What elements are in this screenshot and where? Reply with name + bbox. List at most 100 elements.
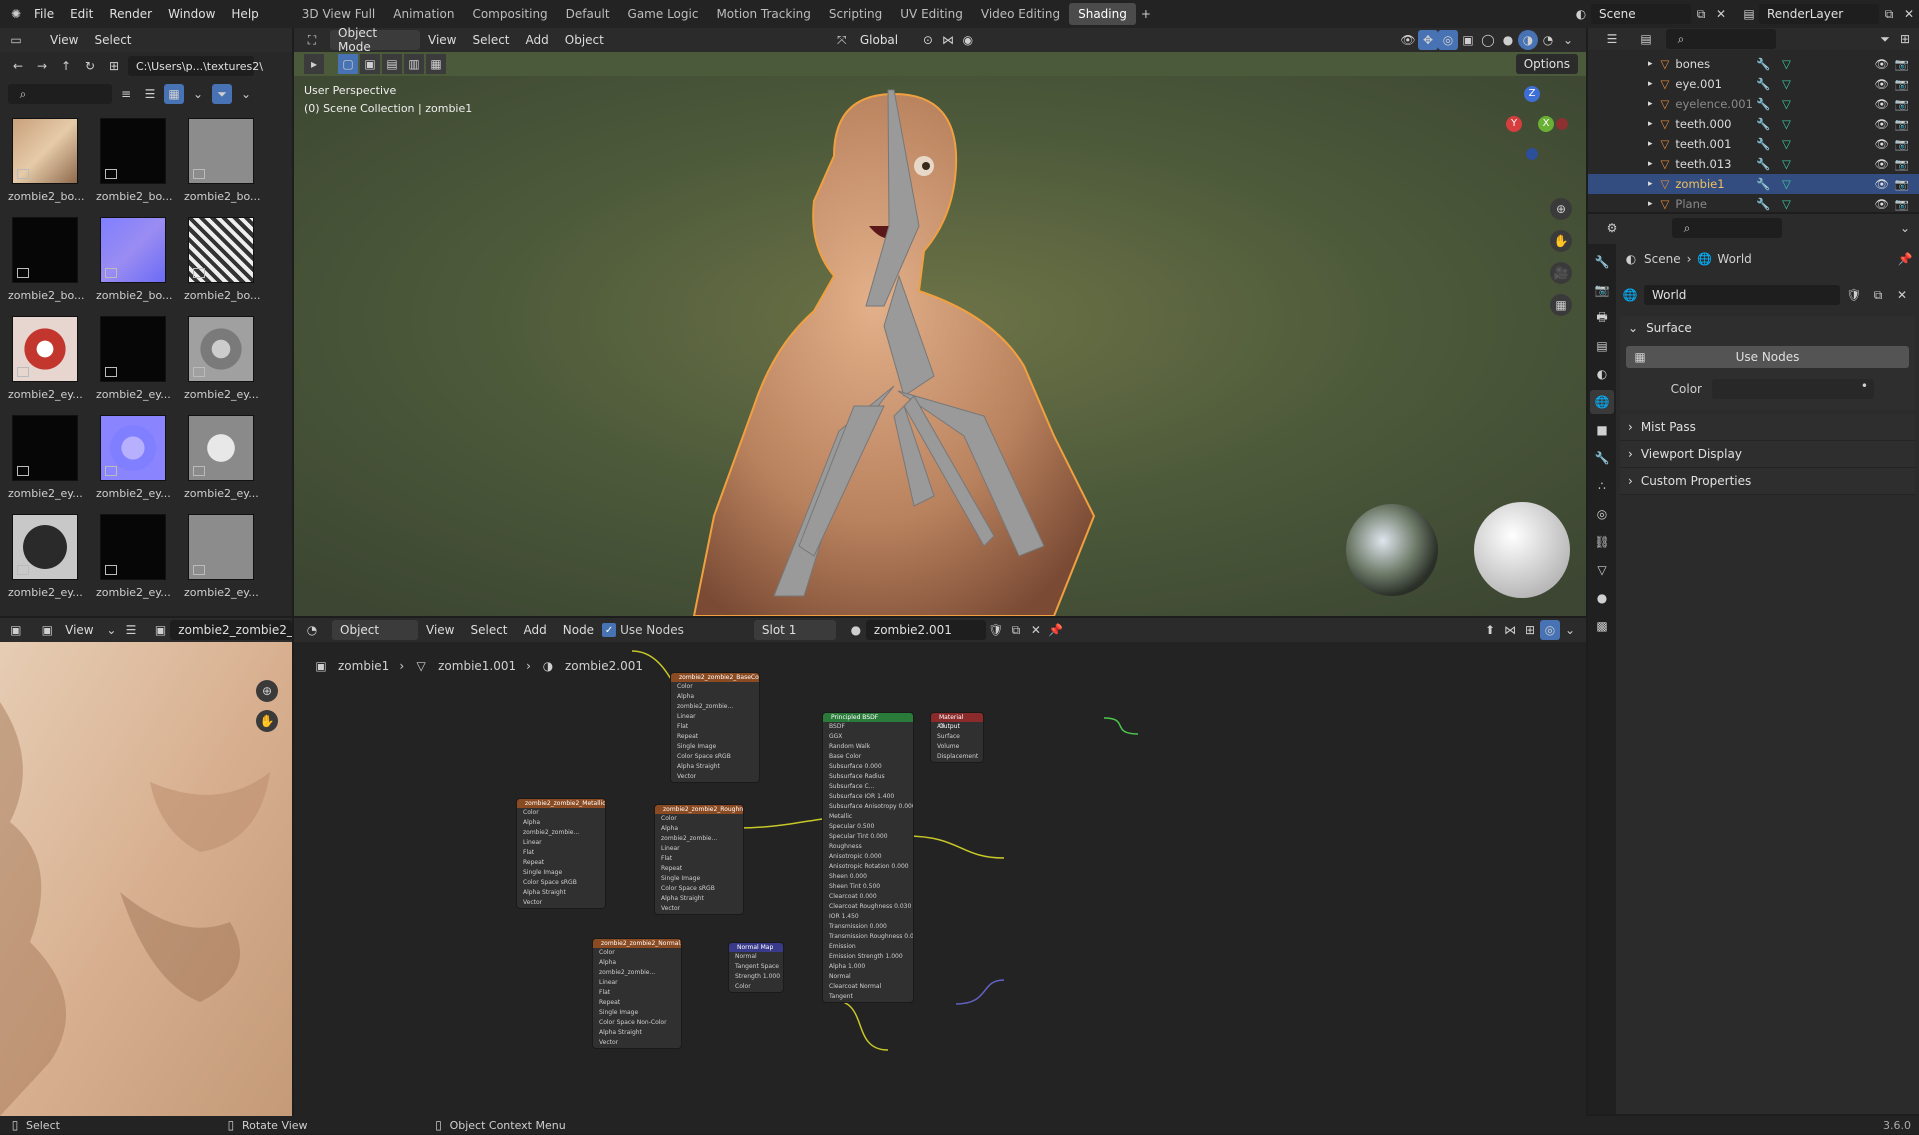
file-thumbnail[interactable]: zombie2_bo... [96,114,184,213]
snap-icon[interactable]: ⋈ [938,30,958,50]
render-camera-icon[interactable]: 📷 [1895,57,1909,71]
delete-viewlayer-icon[interactable]: ✕ [1899,4,1919,24]
node-socket-row[interactable]: Repeat [671,732,759,742]
use-nodes-checkbox[interactable]: ✓ [602,623,617,637]
material-fake-user-icon[interactable]: 🛡 [986,620,1006,640]
visibility-eye-icon[interactable]: 👁 [1874,57,1889,71]
expand-arrow-icon[interactable]: ▸ [1648,79,1653,89]
file-thumbnail[interactable]: zombie2_bo... [8,114,96,213]
visibility-eye-icon[interactable]: 👁 [1874,77,1889,91]
texture-tab-icon[interactable]: ▩ [1590,614,1614,638]
menu-window[interactable]: Window [160,0,223,28]
node-title[interactable]: zombie2_zombie2_BaseColor.png [671,673,759,682]
viewlayer-tab-icon[interactable]: ▤ [1590,334,1614,358]
outliner-filter-icon[interactable]: ⏷ [1875,29,1895,49]
viewport-menu-view[interactable]: View [420,33,464,47]
select-box-icon[interactable]: ▢ [338,54,358,74]
wireframe-shading-icon[interactable]: ◯ [1478,30,1498,50]
node-socket-row[interactable]: Vector [517,898,605,908]
tab-game-logic[interactable]: Game Logic [619,3,708,25]
outliner-item[interactable]: ▸ ▽ zombie1 🔧 ▽ 👁 📷 [1588,174,1919,194]
node-socket-row[interactable]: GGX [823,732,913,742]
node-socket-row[interactable]: Single Image [655,874,743,884]
visibility-eye-icon[interactable]: 👁 [1874,97,1889,111]
file-thumbnail[interactable]: zombie2_bo... [184,114,272,213]
render-camera-icon[interactable]: 📷 [1895,137,1909,151]
shading-chevron-icon[interactable]: ⌄ [1558,30,1578,50]
render-camera-icon[interactable]: 📷 [1895,177,1909,191]
physics-tab-icon[interactable]: ◎ [1590,502,1614,526]
file-thumbnail[interactable]: zombie2_ey... [96,510,184,609]
axis-neg-x[interactable] [1556,118,1568,130]
node-socket-row[interactable]: Vector [655,904,743,914]
file-thumbnail[interactable]: zombie2_ey... [8,411,96,510]
viewport-3d[interactable]: ⛶ Object Mode View Select Add Object ⤧ G… [294,26,1586,616]
visibility-icon[interactable]: 👁 [1398,30,1418,50]
expand-arrow-icon[interactable]: ▸ [1648,199,1653,209]
node-socket-row[interactable]: Specular Tint 0.000 [823,832,913,842]
file-thumbnail[interactable]: zombie2_ey... [184,411,272,510]
node-socket-row[interactable]: Color Space Non-Color [593,1018,681,1028]
material-name-field[interactable]: zombie2.001 [865,620,986,640]
node-socket-row[interactable]: Alpha Straight [517,888,605,898]
viewport-menu-add[interactable]: Add [518,33,557,47]
constraints-tab-icon[interactable]: ⛓ [1590,530,1614,554]
viewport-scene[interactable]: User Perspective (0) Scene Collection | … [294,76,1586,616]
unlink-world-icon[interactable]: ✕ [1892,285,1912,305]
modifier-tab-icon[interactable]: 🔧 [1590,446,1614,470]
viewlayer-selector[interactable]: RenderLayer [1759,4,1879,24]
axis-x[interactable]: X [1538,116,1554,132]
node-socket-row[interactable]: Roughness [823,842,913,852]
chevron-down-icon[interactable]: ⌄ [188,84,208,104]
expand-arrow-icon[interactable]: ▸ [1648,59,1653,69]
tab-motion-tracking[interactable]: Motion Tracking [707,3,819,25]
tab-video-editing[interactable]: Video Editing [972,3,1069,25]
expand-arrow-icon[interactable]: ▸ [1648,159,1653,169]
scene-tab-icon[interactable]: ◐ [1590,362,1614,386]
node-socket-row[interactable]: Color [655,814,743,824]
node-socket-row[interactable]: Single Image [671,742,759,752]
image-editor-type-icon[interactable]: ▣ [6,620,26,640]
parent-dir-icon[interactable]: ↑ [56,56,76,76]
node-socket-row[interactable]: zombie2_zombie... [517,828,605,838]
outliner-item[interactable]: ▸ ▽ bones 🔧 ▽ 👁 📷 [1588,54,1919,74]
node-socket-row[interactable]: Surface [931,732,983,742]
snap-node-icon[interactable]: ⋈ [1500,620,1520,640]
pin-icon[interactable]: 📌 [1895,249,1915,269]
material-browse-icon[interactable]: ● [846,620,866,640]
node-socket-row[interactable]: Subsurface Radius [823,772,913,782]
menu-edit[interactable]: Edit [62,0,101,28]
add-workspace-icon[interactable]: + [1136,4,1156,24]
file-thumbnail[interactable]: zombie2_bo... [96,213,184,312]
editor-type-icon[interactable]: ▭ [6,30,26,50]
node-socket-row[interactable]: Normal [729,952,783,962]
new-collection-icon[interactable]: ⊞ [1895,29,1915,49]
pivot-icon[interactable]: ⊙ [918,30,938,50]
file-thumbnail[interactable]: zombie2_ey... [8,312,96,411]
node-title[interactable]: Normal Map [729,943,783,952]
image-chevron-icon[interactable]: ⌄ [102,620,122,640]
pan-hand-icon[interactable]: ✋ [1550,230,1572,252]
image-hamburger-icon[interactable]: ☰ [121,620,141,640]
image-view-mode-icon[interactable]: ▣ [38,620,58,640]
outliner-item[interactable]: ▸ ▽ teeth.000 🔧 ▽ 👁 📷 [1588,114,1919,134]
path-field[interactable]: C:\Users\p...\textures2\ [128,56,263,76]
select-extend-icon[interactable]: ▣ [360,54,380,74]
filter-chevron-icon[interactable]: ⌄ [236,84,256,104]
select-intersect-icon[interactable]: ▦ [426,54,446,74]
tool-tab-icon[interactable]: 🔧 [1590,250,1614,274]
render-camera-icon[interactable]: 📷 [1895,117,1909,131]
outliner-item[interactable]: ▸ ▽ Plane 🔧 ▽ 👁 📷 [1588,194,1919,214]
image-menu-view[interactable]: View [57,623,101,637]
outliner-item[interactable]: ▸ ▽ teeth.013 🔧 ▽ 👁 📷 [1588,154,1919,174]
node-socket-row[interactable]: Vector [593,1038,681,1048]
node-socket-row[interactable]: Flat [671,722,759,732]
options-dropdown[interactable]: Options [1515,54,1578,74]
texture-canvas[interactable] [0,642,292,1116]
node-socket-row[interactable]: Color [593,948,681,958]
node-socket-row[interactable]: Normal [823,972,913,982]
node-overlay-icon[interactable]: ◎ [1540,620,1560,640]
tab-shading[interactable]: Shading [1069,3,1136,25]
list-view-icon[interactable]: ≡ [116,84,136,104]
node-socket-row[interactable]: Color [671,682,759,692]
